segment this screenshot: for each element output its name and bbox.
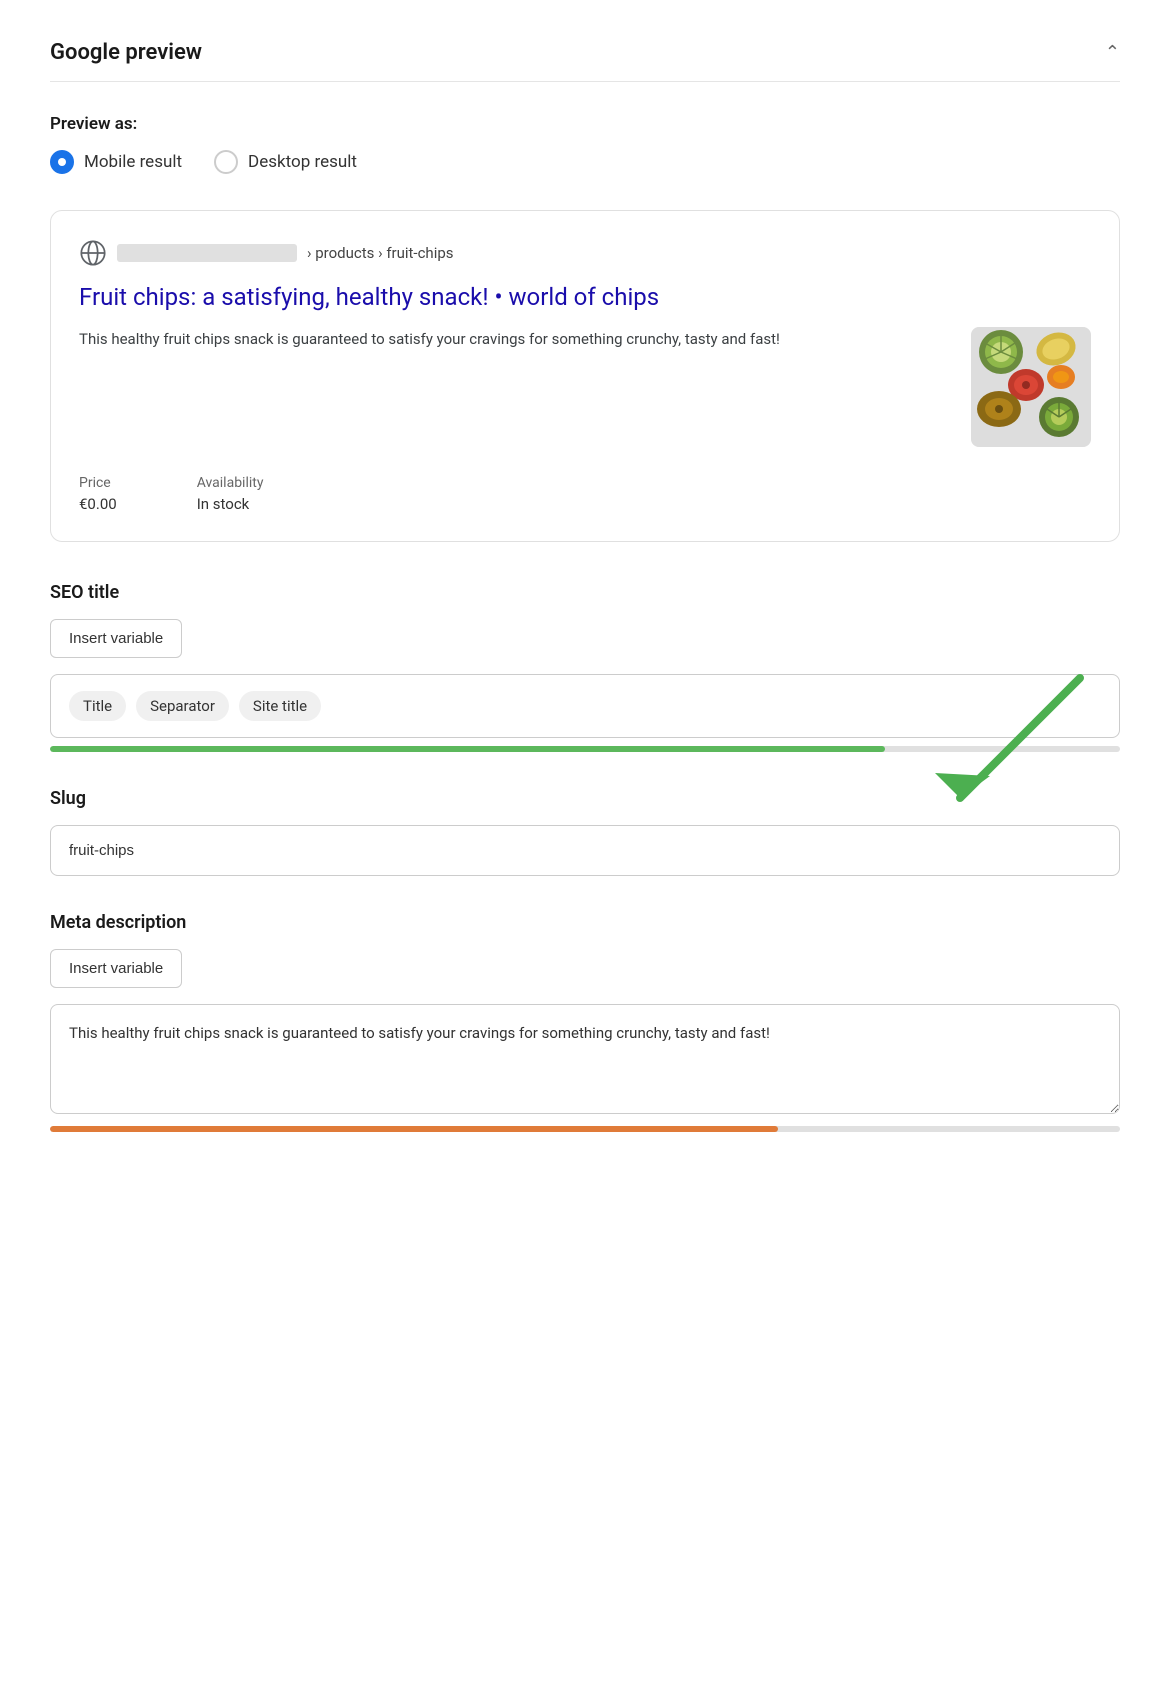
mobile-result-label: Mobile result <box>84 152 182 172</box>
title-token[interactable]: Title <box>69 691 126 721</box>
seo-title-label: SEO title <box>50 582 1120 603</box>
seo-title-section: SEO title Insert variable Title Separato… <box>50 582 1120 752</box>
price-value: €0.00 <box>79 495 117 513</box>
preview-content-row: This healthy fruit chips snack is guaran… <box>79 327 1091 447</box>
breadcrumb-path: › products › fruit-chips <box>307 244 454 262</box>
breadcrumb-row: › products › fruit-chips <box>79 239 1091 267</box>
meta-description-label: Meta description <box>50 912 1120 933</box>
meta-description-progress-fill <box>50 1126 778 1132</box>
collapse-icon[interactable]: ⌃ <box>1105 42 1120 63</box>
seo-title-insert-variable-button[interactable]: Insert variable <box>50 619 182 658</box>
preview-meta: Price €0.00 Availability In stock <box>79 475 1091 513</box>
breadcrumb-url-placeholder <box>117 244 297 262</box>
google-preview-card: › products › fruit-chips Fruit chips: a … <box>50 210 1120 542</box>
desktop-result-label: Desktop result <box>248 152 357 172</box>
preview-as-radio-group: Mobile result Desktop result <box>50 150 1120 174</box>
preview-title: Fruit chips: a satisfying, healthy snack… <box>79 281 1091 313</box>
preview-description: This healthy fruit chips snack is guaran… <box>79 327 951 447</box>
availability-value: In stock <box>197 495 264 513</box>
page-title: Google preview <box>50 40 202 65</box>
mobile-radio-button[interactable] <box>50 150 74 174</box>
meta-description-section: Meta description Insert variable This he… <box>50 912 1120 1132</box>
meta-description-textarea[interactable]: This healthy fruit chips snack is guaran… <box>50 1004 1120 1114</box>
availability-item: Availability In stock <box>197 475 264 513</box>
availability-label: Availability <box>197 475 264 491</box>
seo-title-progress-bar <box>50 746 1120 752</box>
price-label: Price <box>79 475 117 491</box>
preview-image <box>971 327 1091 447</box>
google-preview-header: Google preview ⌃ <box>50 40 1120 82</box>
meta-description-progress-bar <box>50 1126 1120 1132</box>
globe-icon <box>79 239 107 267</box>
site-title-token[interactable]: Site title <box>239 691 321 721</box>
preview-as-section: Preview as: Mobile result Desktop result <box>50 114 1120 174</box>
slug-input[interactable] <box>50 825 1120 876</box>
separator-token[interactable]: Separator <box>136 691 229 721</box>
slug-label: Slug <box>50 788 1120 809</box>
mobile-result-option[interactable]: Mobile result <box>50 150 182 174</box>
seo-title-progress-fill <box>50 746 885 752</box>
desktop-result-option[interactable]: Desktop result <box>214 150 357 174</box>
slug-section: Slug <box>50 788 1120 876</box>
price-item: Price €0.00 <box>79 475 117 513</box>
meta-description-insert-variable-button[interactable]: Insert variable <box>50 949 182 988</box>
preview-as-label: Preview as: <box>50 114 1120 134</box>
seo-title-token-input[interactable]: Title Separator Site title <box>50 674 1120 738</box>
fruit-chips-svg <box>971 327 1091 447</box>
desktop-radio-button[interactable] <box>214 150 238 174</box>
